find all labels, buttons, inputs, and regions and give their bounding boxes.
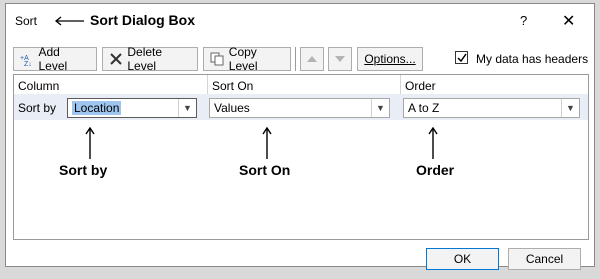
close-button[interactable]: ✕	[562, 11, 575, 31]
chevron-down-icon: ▼	[371, 99, 389, 117]
ok-label: OK	[453, 252, 472, 266]
ok-button[interactable]: OK	[426, 248, 499, 270]
annotation-arrow-up-icon	[85, 126, 95, 159]
column-select[interactable]: Location ▼	[67, 98, 197, 118]
move-down-button[interactable]	[328, 47, 352, 71]
copy-level-label: Copy Level	[228, 45, 258, 73]
column-divider	[207, 75, 208, 94]
add-level-button[interactable]: +A Z↓ Add Level	[13, 45, 97, 73]
order-header: Order	[405, 79, 436, 93]
annotation-arrow-left-icon	[54, 16, 84, 26]
svg-text:Z↓: Z↓	[24, 61, 32, 66]
sort-on-header: Sort On	[212, 79, 254, 93]
move-up-icon	[307, 56, 317, 62]
order-select[interactable]: A to Z ▼	[403, 98, 580, 118]
headers-checkbox[interactable]	[455, 51, 468, 64]
sort-by-annotation: Sort by	[59, 162, 108, 178]
sort-levels-grid: Column Sort On Order Sort by Location ▼ …	[13, 74, 589, 240]
help-button[interactable]: ?	[520, 13, 527, 28]
order-select-value: A to Z	[408, 101, 440, 115]
title-annotation: Sort Dialog Box	[90, 12, 196, 28]
sort-on-annotation: Sort On	[239, 162, 291, 178]
column-header: Column	[18, 79, 60, 93]
annotation-arrow-up-icon	[262, 126, 272, 159]
copy-icon	[210, 52, 224, 66]
column-select-value: Location	[72, 101, 122, 115]
dialog-title: Sort	[15, 14, 38, 28]
sort-on-select[interactable]: Values ▼	[209, 98, 390, 118]
toolbar-divider	[295, 47, 296, 71]
sort-level-row[interactable]: Sort by Location ▼ Values ▼ A to Z ▼	[14, 94, 588, 120]
options-label: Options...	[364, 52, 416, 66]
delete-level-button[interactable]: Delete Level	[102, 45, 198, 73]
column-divider	[400, 75, 401, 94]
chevron-down-icon: ▼	[178, 99, 196, 117]
chevron-down-icon: ▼	[561, 99, 579, 117]
copy-level-button[interactable]: Copy Level	[203, 45, 291, 73]
sort-by-label: Sort by	[18, 101, 57, 115]
delete-icon	[110, 53, 122, 65]
move-up-button[interactable]	[300, 47, 324, 71]
grid-header: Column Sort On Order	[14, 75, 588, 95]
add-level-label: Add Level	[38, 45, 68, 73]
cancel-button[interactable]: Cancel	[508, 248, 581, 270]
cancel-label: Cancel	[525, 252, 564, 266]
sort-dialog: Sort Sort Dialog Box ? ✕ +A Z↓ Add Level…	[5, 3, 595, 270]
order-annotation: Order	[416, 162, 455, 178]
headers-label: My data has headers	[476, 52, 589, 66]
checkmark-icon	[456, 53, 467, 62]
delete-level-label: Delete Level	[127, 45, 163, 73]
add-level-icon: +A Z↓	[20, 55, 32, 66]
move-down-icon	[335, 56, 345, 62]
sort-on-select-value: Values	[214, 101, 250, 115]
annotation-arrow-up-icon	[428, 126, 438, 159]
options-button[interactable]: Options...	[357, 47, 423, 71]
